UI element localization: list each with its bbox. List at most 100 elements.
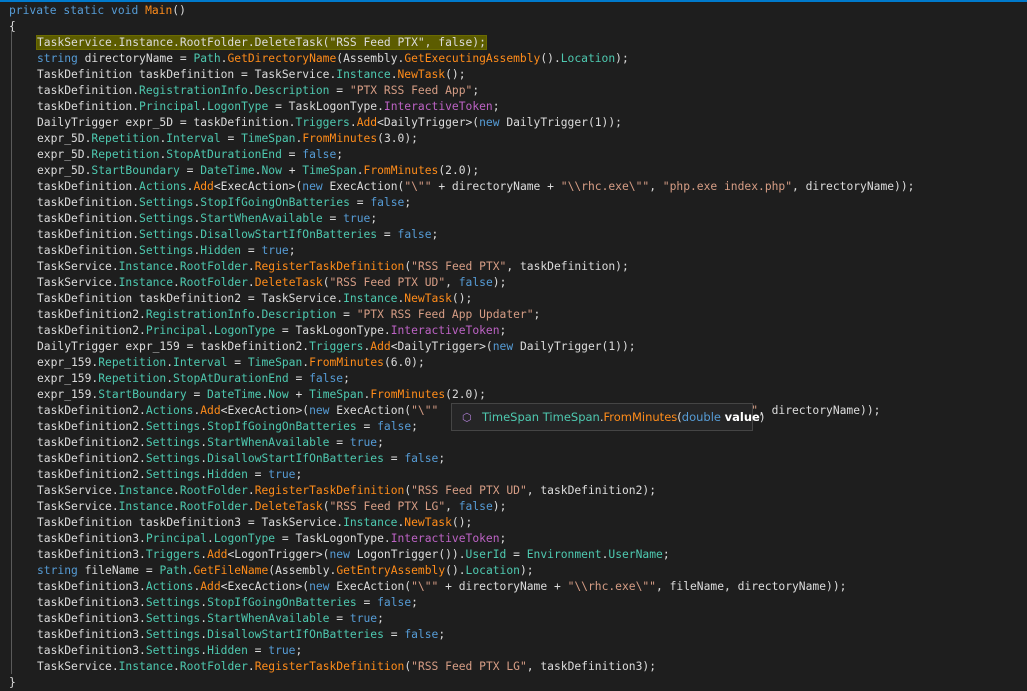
code-token: =	[322, 212, 344, 225]
code-line[interactable]: TaskService.Instance.RootFolder.Register…	[0, 259, 1027, 275]
code-line[interactable]: taskDefinition3.Settings.DisallowStartIf…	[0, 627, 1027, 643]
code-token: ;	[438, 628, 446, 641]
code-token: StartWhenAvailable	[200, 212, 323, 225]
code-token: .	[247, 484, 255, 497]
code-token: FromMinutes	[302, 132, 378, 145]
code-line[interactable]: taskDefinition3.Settings.Hidden = true;	[0, 643, 1027, 659]
code-token: ();	[451, 292, 473, 305]
code-line[interactable]: TaskDefinition taskDefinition3 = TaskSer…	[0, 515, 1027, 531]
code-line[interactable]: TaskDefinition taskDefinition = TaskServ…	[0, 67, 1027, 83]
code-line[interactable]: taskDefinition2.Settings.Hidden = true;	[0, 467, 1027, 483]
code-token: Repetition	[98, 372, 167, 385]
code-token: DailyTrigger expr_159 = taskDefinition2.	[37, 340, 310, 353]
code-token: taskDefinition3.	[37, 548, 146, 561]
code-token: Hidden	[200, 244, 242, 257]
code-line[interactable]: taskDefinition2.Settings.StartWhenAvaila…	[0, 435, 1027, 451]
code-line[interactable]: TaskService.Instance.RootFolder.DeleteTa…	[0, 35, 1027, 51]
code-token: <ExecAction>(	[220, 580, 310, 593]
code-token: =	[186, 388, 208, 401]
code-token: =	[241, 244, 262, 257]
code-token: false	[309, 372, 344, 385]
code-token: ,	[445, 500, 459, 513]
code-token: taskDefinition2.	[37, 324, 146, 337]
code-token: <ExecAction>(	[213, 180, 303, 193]
code-line[interactable]: TaskService.Instance.RootFolder.Register…	[0, 483, 1027, 499]
code-line[interactable]: taskDefinition.Settings.DisallowStartIfO…	[0, 227, 1027, 243]
code-token: .	[247, 276, 255, 289]
code-token: expr_5D.	[37, 164, 92, 177]
code-line[interactable]: taskDefinition2.Principal.LogonType = Ta…	[0, 323, 1027, 339]
code-token: ().	[445, 564, 466, 577]
code-line[interactable]: private static void Main()	[0, 3, 1027, 19]
code-line[interactable]: TaskService.Instance.RootFolder.DeleteTa…	[0, 499, 1027, 515]
code-token: StartBoundary	[98, 388, 187, 401]
code-line[interactable]: {	[0, 19, 1027, 35]
code-token: .	[207, 324, 214, 337]
code-token: false	[377, 596, 412, 609]
code-line[interactable]: DailyTrigger expr_159 = taskDefinition2.…	[0, 339, 1027, 355]
code-line[interactable]: taskDefinition3.Actions.Add<ExecAction>(…	[0, 579, 1027, 595]
code-line[interactable]: taskDefinition.Settings.Hidden = true;	[0, 243, 1027, 259]
code-token: DateTime	[207, 388, 262, 401]
code-line[interactable]: string directoryName = Path.GetDirectory…	[0, 51, 1027, 67]
code-token: , directoryName));	[792, 180, 915, 193]
code-token: (3.0);	[377, 132, 418, 145]
code-token: new	[492, 340, 514, 353]
code-line[interactable]: string fileName = Path.GetFileName(Assem…	[0, 563, 1027, 579]
code-line[interactable]: expr_5D.StartBoundary = DateTime. Now + T…	[0, 163, 1027, 179]
code-line[interactable]: taskDefinition3.Settings.StartWhenAvaila…	[0, 611, 1027, 627]
code-token: StopAtDurationEnd	[166, 148, 282, 161]
code-token: DeleteTask	[254, 500, 323, 513]
code-line[interactable]: expr_5D.Repetition.StopAtDurationEnd = f…	[0, 147, 1027, 163]
code-line[interactable]: taskDefinition.Settings.StartWhenAvailab…	[0, 211, 1027, 227]
code-line[interactable]: taskDefinition2.Settings.DisallowStartIf…	[0, 451, 1027, 467]
code-token: Description	[261, 308, 337, 321]
code-token: ,	[649, 180, 663, 193]
code-token: string	[37, 564, 78, 577]
code-token: "php.exe index.php"	[662, 180, 793, 193]
code-token: Settings	[145, 452, 201, 465]
code-token: DailyTrigger(1));	[513, 340, 636, 353]
code-token: Instance	[118, 500, 174, 513]
code-line[interactable]: taskDefinition3.Settings.StopIfGoingOnBa…	[0, 595, 1027, 611]
code-line[interactable]: TaskService.Instance.RootFolder.DeleteTa…	[0, 275, 1027, 291]
code-line[interactable]: expr_5D.Repetition.Interval = TimeSpan.F…	[0, 131, 1027, 147]
code-token: ()	[172, 4, 186, 17]
code-token: true	[261, 244, 289, 257]
code-token: ().	[540, 52, 561, 65]
code-line[interactable]: TaskService.Instance.RootFolder.Register…	[0, 659, 1027, 675]
code-line[interactable]: }	[0, 675, 1027, 691]
code-line[interactable]: taskDefinition.RegistrationInfo.Descript…	[0, 83, 1027, 99]
code-token: taskDefinition.	[37, 100, 140, 113]
code-editor[interactable]: private static void Main(){TaskService.I…	[0, 3, 1027, 691]
code-token: taskDefinition2.	[37, 436, 146, 449]
code-token: true	[268, 644, 296, 657]
code-token: ();	[451, 516, 473, 529]
code-token: + directoryName +	[431, 180, 561, 193]
code-token: =	[377, 228, 398, 241]
code-line[interactable]: taskDefinition.Settings.StopIfGoingOnBat…	[0, 195, 1027, 211]
code-line[interactable]: expr_159.Repetition.StopAtDurationEnd = …	[0, 371, 1027, 387]
code-token: GetExecutingAssembly	[404, 52, 541, 65]
code-line[interactable]: taskDefinition2.RegistrationInfo.Descrip…	[0, 307, 1027, 323]
code-token: =	[506, 548, 527, 561]
code-line[interactable]: DailyTrigger expr_5D = taskDefinition.Tr…	[0, 115, 1027, 131]
code-token: StopAtDurationEnd	[173, 372, 289, 385]
code-token: TimeSpan	[247, 356, 303, 369]
code-line[interactable]: expr_159.Repetition.Interval = TimeSpan.…	[0, 355, 1027, 371]
code-line[interactable]: expr_159.StartBoundary = DateTime.Now + …	[0, 387, 1027, 403]
code-line[interactable]: taskDefinition3.Principal.LogonType = Ta…	[0, 531, 1027, 547]
code-line[interactable]: taskDefinition.Actions.Add<ExecAction>(n…	[0, 179, 1027, 195]
code-line[interactable]: taskDefinition3.Triggers.Add<LogonTrigge…	[0, 547, 1027, 563]
code-token: Instance	[118, 260, 174, 273]
code-line[interactable]: TaskDefinition taskDefinition2 = TaskSer…	[0, 291, 1027, 307]
code-token: Instance	[343, 292, 398, 305]
code-token: StopIfGoingOnBatteries	[200, 196, 350, 209]
code-line[interactable]: taskDefinition.Principal.LogonType = Tas…	[0, 99, 1027, 115]
code-token: =	[247, 644, 269, 657]
code-token: taskDefinition.	[37, 212, 140, 225]
code-token: DeleteTask	[254, 276, 323, 289]
code-token: =	[227, 356, 248, 369]
code-token: new	[479, 116, 500, 129]
code-token: false	[458, 500, 493, 513]
